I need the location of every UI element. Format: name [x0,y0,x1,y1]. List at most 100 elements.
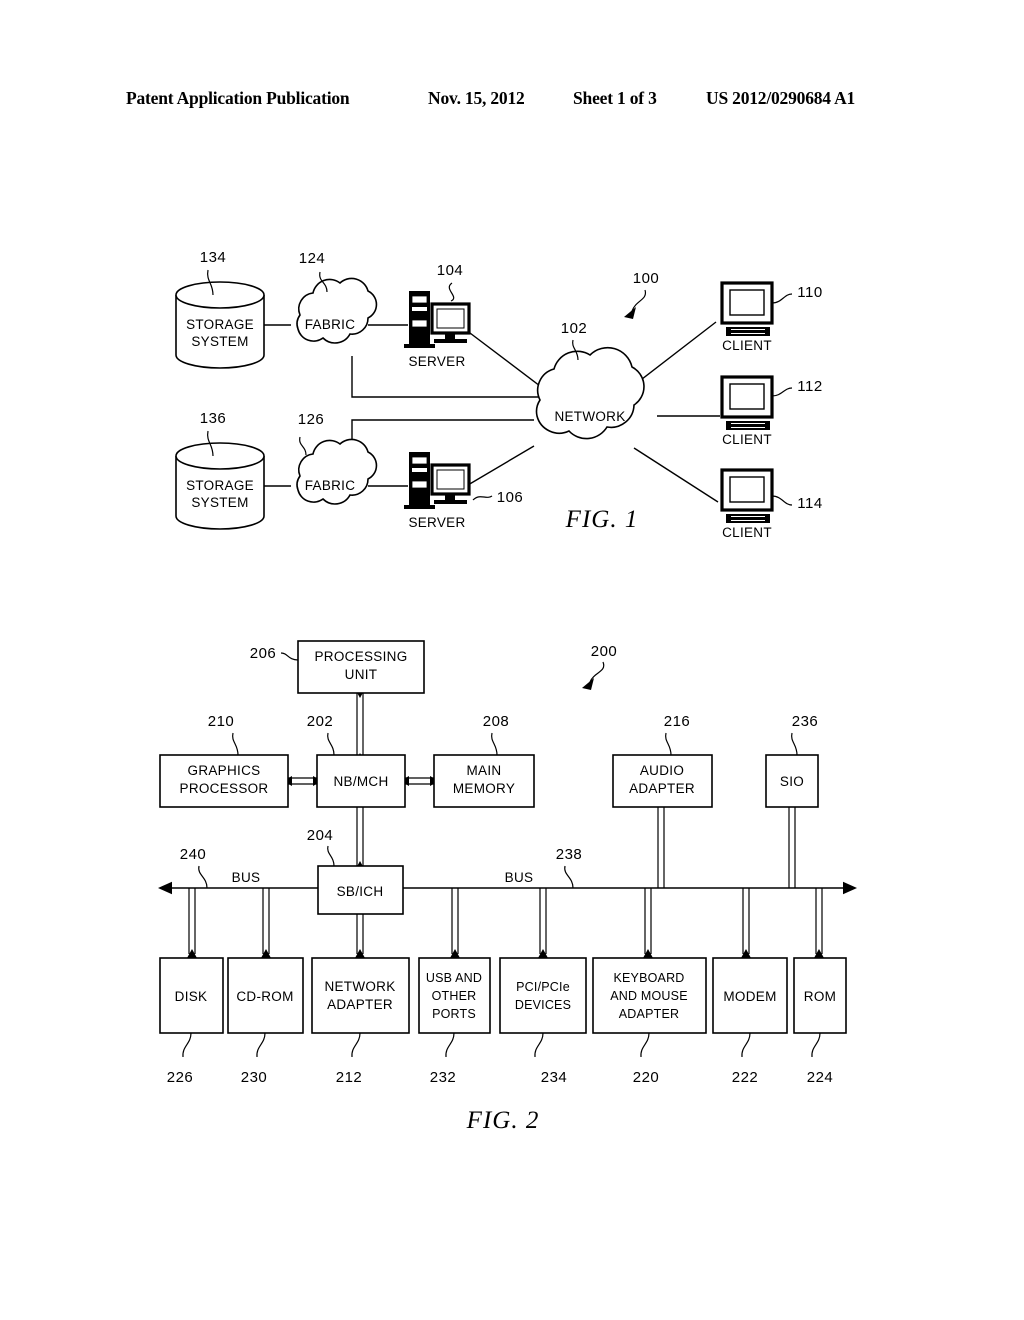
rom-label: ROM [804,989,836,1004]
ref-204: 204 [307,827,334,844]
leader-202 [327,732,335,756]
ref-224: 224 [807,1069,834,1086]
leader-110 [771,293,793,304]
block-pci-devices: PCI/PCIe DEVICES 234 [499,957,587,1086]
ref-222: 222 [732,1069,759,1086]
leader-204 [327,845,335,867]
figure-1: STORAGE SYSTEM 134 FABRIC 124 SERVER 104… [175,249,822,540]
leader-208 [491,732,498,756]
cd-rom-label: CD-ROM [236,989,293,1004]
leader-206 [280,652,299,661]
block-modem: MODEM 222 [712,957,788,1086]
block-processing-unit: PROCESSING UNIT 206 [250,640,425,694]
server-top-label: SERVER [408,354,465,369]
server-top: SERVER 104 [404,262,471,369]
ref-102: 102 [561,320,588,337]
link-server106-network [467,445,535,486]
usb-ports-label-3: PORTS [432,1007,476,1021]
nb-mch-label: NB/MCH [333,774,388,789]
leader-226 [182,1032,192,1058]
storage-system-top-label-2: SYSTEM [191,334,248,349]
storage-system-bottom: STORAGE SYSTEM 136 [175,410,265,530]
storage-system-bottom-label-2: SYSTEM [191,495,248,510]
link-network-client114 [633,447,719,503]
figure-2-caption: FIG. 2 [466,1107,540,1134]
fabric-top: FABRIC 124 [296,250,378,344]
client-1: CLIENT 110 [720,281,822,353]
sb-ich-label: SB/ICH [337,884,384,899]
leader-100 [631,289,647,312]
processing-unit-label-2: UNIT [345,667,378,682]
ref-110: 110 [797,284,822,301]
network-label: NETWORK [554,409,625,424]
ref-134: 134 [200,249,227,266]
ref-232: 232 [430,1069,457,1086]
ref-136: 136 [200,410,227,427]
sio-label: SIO [780,774,804,789]
main-memory-label-2: MEMORY [453,781,515,796]
ref-200: 200 [591,643,618,660]
keyboard-mouse-label-3: ADAPTER [619,1007,679,1021]
leader-234 [534,1032,544,1058]
ref-114: 114 [797,495,822,512]
client-3: CLIENT 114 [720,468,822,540]
figure-1-caption: FIG. 1 [565,506,639,533]
client-1-label: CLIENT [722,338,772,353]
keyboard-mouse-label-2: AND MOUSE [610,989,688,1003]
block-cd-rom: CD-ROM 230 [227,957,304,1086]
block-sio: SIO 236 [765,713,819,808]
client-2: CLIENT 112 [720,375,822,447]
network-adapter-label-1: NETWORK [324,979,395,994]
graphics-processor-label-1: GRAPHICS [188,763,261,778]
link-network-client110 [632,321,717,387]
ref-240: 240 [180,846,207,863]
modem-label: MODEM [723,989,776,1004]
client-3-label: CLIENT [722,525,772,540]
ref-126: 126 [298,411,325,428]
ref-206: 206 [250,645,277,662]
leader-238 [564,865,574,889]
client-2-label: CLIENT [722,432,772,447]
block-nb-mch: NB/MCH 202 [307,713,406,808]
storage-system-top-label-1: STORAGE [186,317,254,332]
fabric-bottom: FABRIC 126 [296,411,378,505]
block-rom: ROM 224 [793,957,847,1086]
processing-unit-label-1: PROCESSING [314,649,407,664]
leader-236 [791,732,798,756]
leader-232 [445,1032,455,1058]
leader-104 [448,282,455,302]
block-audio-adapter: AUDIO ADAPTER 216 [612,713,713,808]
patent-drawing-sheet: Patent Application Publication Nov. 15, … [0,0,1024,1320]
ref-124: 124 [299,250,326,267]
drawings-canvas: STORAGE SYSTEM 134 FABRIC 124 SERVER 104… [158,249,857,1134]
leader-114 [771,495,793,506]
ref-210: 210 [208,713,235,730]
bus-left-label: BUS [232,870,261,885]
leader-230 [256,1032,266,1058]
ref-234: 234 [541,1069,568,1086]
leader-126 [299,436,307,456]
block-network-adapter: NETWORK ADAPTER 212 [311,957,410,1086]
leader-212 [351,1032,361,1058]
ref-112: 112 [797,378,822,395]
leader-224 [811,1032,821,1058]
link-server104-network [465,329,541,387]
ref-100: 100 [633,270,660,287]
network-adapter-label-2: ADAPTER [327,997,393,1012]
storage-system-top: STORAGE SYSTEM 134 [175,249,265,369]
bus-right-label: BUS [505,870,534,885]
leader-222 [741,1032,751,1058]
block-graphics-processor: GRAPHICS PROCESSOR 210 [159,713,289,808]
usb-ports-label-1: USB AND [426,971,482,985]
fabric-bottom-label: FABRIC [305,478,356,493]
server-bottom-label: SERVER [408,515,465,530]
keyboard-mouse-label-1: KEYBOARD [613,971,684,985]
figure-2: PROCESSING UNIT 206 GRAPHICS PROCESSOR 2… [158,640,857,1134]
network-cloud: NETWORK 102 [535,320,645,440]
main-memory-label-1: MAIN [467,763,502,778]
leader-210 [232,732,239,756]
leader-240 [198,865,208,889]
audio-adapter-label-1: AUDIO [640,763,684,778]
ref-216: 216 [664,713,691,730]
block-usb-ports: USB AND OTHER PORTS 232 [418,957,491,1086]
